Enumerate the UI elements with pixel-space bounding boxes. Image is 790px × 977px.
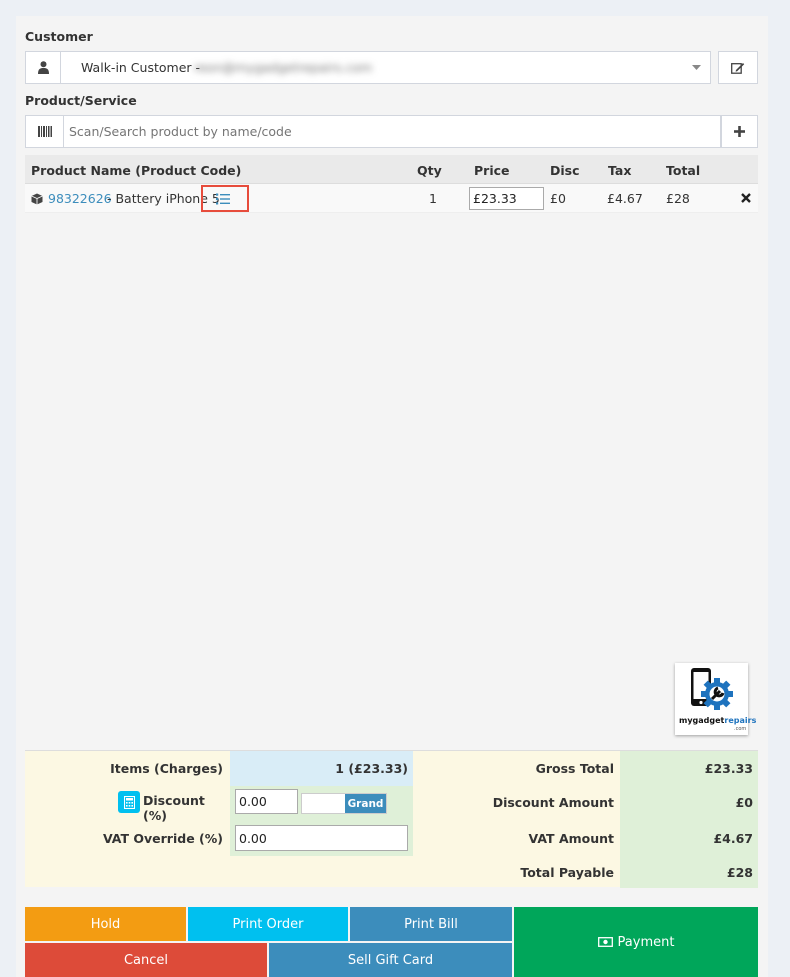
- col-product-name: Product Name (Product Code): [31, 163, 242, 178]
- discount-type-grand[interactable]: Grand: [345, 794, 386, 813]
- logo-text-a: mygadget: [679, 716, 725, 725]
- col-price: Price: [474, 163, 510, 178]
- vat-amount-label: VAT Amount: [528, 831, 614, 846]
- discount-amount-label: Discount Amount: [492, 795, 614, 810]
- sell-gift-card-button[interactable]: Sell Gift Card: [269, 943, 512, 977]
- items-value: 1 (£23.33): [335, 761, 408, 776]
- summary-table: Items (Charges) 1 (£23.33) Discount (%) …: [25, 750, 758, 888]
- payment-button[interactable]: Payment: [514, 907, 758, 977]
- logo-text-b: repairs: [724, 716, 757, 725]
- gross-total-label: Gross Total: [535, 761, 614, 776]
- items-label: Items (Charges): [110, 761, 223, 776]
- total-payable-value: £28: [726, 865, 753, 880]
- add-product-button[interactable]: [721, 115, 758, 148]
- row-total: £28: [666, 191, 690, 206]
- row-price-input[interactable]: [469, 187, 544, 210]
- customer-select[interactable]: Walk-in Customer - reon@mygadgetrepairs.…: [25, 51, 711, 84]
- product-search-input[interactable]: [66, 117, 716, 146]
- plus-icon: [722, 116, 757, 147]
- print-bill-button[interactable]: Print Bill: [350, 907, 512, 941]
- chevron-down-icon[interactable]: [690, 64, 702, 72]
- print-order-button[interactable]: Print Order: [188, 907, 348, 941]
- discount-amount-value: £0: [735, 795, 753, 810]
- money-icon: [597, 937, 613, 947]
- edit-customer-button[interactable]: [718, 51, 758, 84]
- discount-type-toggle[interactable]: Grand: [301, 793, 387, 814]
- row-qty: 1: [429, 191, 437, 206]
- vat-amount-value: £4.67: [713, 831, 753, 846]
- col-disc: Disc: [550, 163, 580, 178]
- user-icon: [26, 52, 61, 83]
- box-icon: [30, 192, 43, 205]
- customer-selected-value: Walk-in Customer -: [81, 60, 201, 75]
- list-icon: [215, 192, 231, 206]
- table-row: 98322626 - Battery iPhone 5 1 £0 £4.67 £…: [25, 184, 758, 213]
- total-payable-label: Total Payable: [520, 865, 614, 880]
- edit-icon: [719, 52, 757, 83]
- col-qty: Qty: [417, 163, 442, 178]
- vat-override-input[interactable]: [235, 825, 408, 851]
- calculator-icon[interactable]: [118, 791, 140, 813]
- product-code-link[interactable]: 98322626: [48, 191, 112, 206]
- remove-row-icon[interactable]: [740, 192, 752, 204]
- row-disc: £0: [550, 191, 566, 206]
- phone-gear-icon: [691, 668, 733, 710]
- col-total: Total: [666, 163, 701, 178]
- product-details-highlight[interactable]: [201, 185, 249, 212]
- gross-total-value: £23.33: [704, 761, 753, 776]
- hold-button[interactable]: Hold: [25, 907, 186, 941]
- discount-input[interactable]: [235, 789, 298, 814]
- product-label: Product/Service: [25, 93, 137, 108]
- logo-sub: .com: [734, 726, 747, 732]
- mygadgetrepairs-logo: mygadgetrepairs .com: [675, 663, 756, 735]
- cancel-button[interactable]: Cancel: [25, 943, 267, 977]
- col-tax: Tax: [608, 163, 632, 178]
- customer-email-blurred: reon@mygadgetrepairs.com: [194, 60, 373, 75]
- row-tax: £4.67: [607, 191, 643, 206]
- vat-override-label: VAT Override (%): [102, 831, 223, 846]
- barcode-icon: [26, 116, 64, 147]
- product-search-group: [25, 115, 721, 148]
- logo-text: mygadgetrepairs: [679, 716, 756, 725]
- discount-label: Discount (%): [143, 793, 205, 823]
- payment-label: Payment: [617, 934, 675, 950]
- customer-label: Customer: [25, 29, 93, 44]
